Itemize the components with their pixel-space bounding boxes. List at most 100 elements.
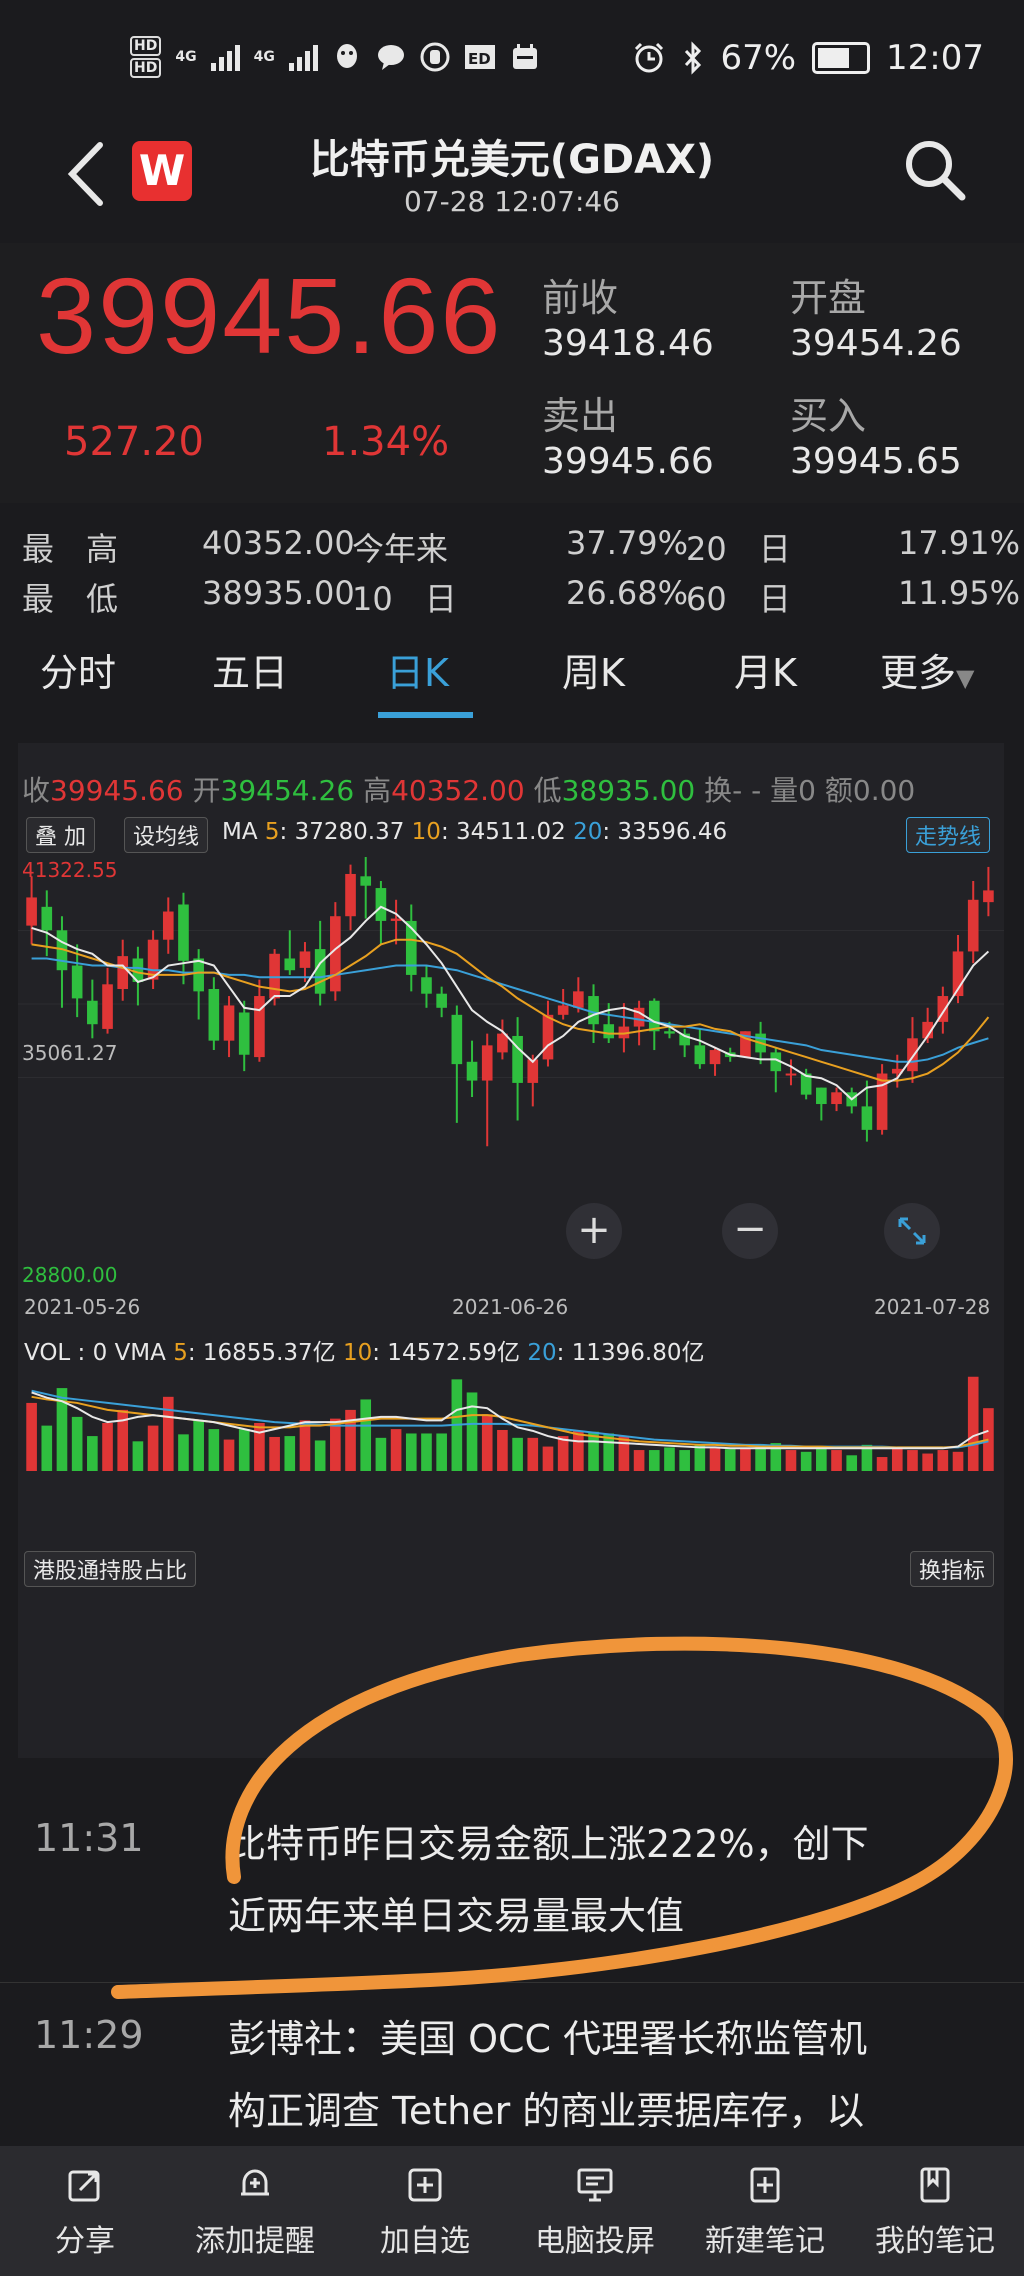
battery-percent: 67% <box>720 38 797 78</box>
volume-bar <box>269 1436 280 1471</box>
share-icon <box>68 2170 100 2202</box>
hk-connect-holding-button[interactable]: 港股通持股占比 <box>24 1551 197 1587</box>
add-alert-button[interactable]: 添加提醒 <box>170 2166 340 2260</box>
news-headline-line2: 构正调查 Tether 的商业票据库存，以 <box>228 2089 865 2133</box>
volume-bar <box>557 1436 569 1471</box>
volume-bar <box>709 1448 721 1471</box>
candle-body <box>238 1012 250 1055</box>
low-value: 38935.00 <box>561 774 696 807</box>
candle-body <box>26 897 37 926</box>
ma10-label: 10 <box>411 819 441 845</box>
volume-bar <box>633 1450 645 1471</box>
notes-icon <box>920 2167 950 2203</box>
volume-bar <box>375 1437 387 1471</box>
ma-legend: MA 5: 37280.37 10: 34511.02 20: 33596.46 <box>222 819 727 845</box>
fullscreen-icon[interactable] <box>884 1203 940 1259</box>
page-subtitle-timestamp: 07-28 12:07:46 <box>403 185 620 218</box>
tab-weekly-k[interactable]: 周K <box>562 642 625 697</box>
bottom-toolbar: 分享 添加提醒 加自选 电脑投屏 新建笔记 我的笔记 <box>0 2146 1024 2276</box>
overlay-button[interactable]: 叠 加 <box>26 817 95 853</box>
share-button[interactable]: 分享 <box>0 2166 170 2260</box>
tab-more[interactable]: 更多▼ <box>880 642 974 697</box>
candle-body <box>907 1038 918 1072</box>
set-ma-button[interactable]: 设均线 <box>124 817 209 853</box>
volume-bar <box>299 1420 311 1471</box>
volume-bar <box>466 1392 478 1471</box>
candle-body <box>208 989 220 1041</box>
volume-chart[interactable] <box>18 1371 1004 1471</box>
svg-text:ED: ED <box>468 50 491 68</box>
volume-bar <box>512 1437 523 1471</box>
ohlc-info-line: 收39945.66 开39454.26 高40352.00 低38935.00 … <box>22 769 915 809</box>
trend-line-button[interactable]: 走势线 <box>906 817 991 853</box>
candle-body <box>299 951 311 968</box>
vma10-value: : 14572.59亿 <box>372 1340 521 1366</box>
candle-body <box>466 1061 478 1081</box>
ma20-label: 20 <box>573 819 603 845</box>
qq-icon <box>336 44 357 68</box>
tab-five-day[interactable]: 五日 <box>212 642 288 697</box>
hand-drawn-circle-annotation <box>111 1636 1013 1999</box>
candle-body <box>694 1045 706 1065</box>
volume-bar <box>254 1423 265 1471</box>
tab-intraday[interactable]: 分时 <box>40 642 116 697</box>
volume-bar <box>208 1429 220 1471</box>
candle-body <box>71 965 83 999</box>
ask-label: 卖出 <box>542 394 619 438</box>
volume-bar <box>421 1433 432 1471</box>
high-value: 40352.00 <box>391 774 525 807</box>
y-axis-max: 41322.55 <box>22 858 118 882</box>
volume-bar <box>937 1450 949 1471</box>
search-icon[interactable] <box>900 135 970 205</box>
tab-monthly-k[interactable]: 月K <box>734 642 797 697</box>
y-axis-mid: 35061.27 <box>22 1041 118 1065</box>
candle-body <box>102 984 113 1029</box>
volume-bar <box>648 1450 660 1471</box>
volume-bar <box>952 1451 964 1471</box>
alarm-icon <box>635 42 664 73</box>
vma-label: VMA <box>114 1340 166 1366</box>
bid-label: 买入 <box>790 394 867 438</box>
zoom-in-button[interactable]: + <box>566 1203 622 1259</box>
kline-chart[interactable] <box>18 853 1004 1155</box>
active-tab-indicator <box>378 712 473 718</box>
vol-label: VOL : 0 <box>24 1340 108 1366</box>
volume-bar <box>147 1425 159 1471</box>
candle-body <box>390 918 402 921</box>
sim1-hd-badge: HD <box>130 36 162 56</box>
switch-indicator-button[interactable]: 换指标 <box>910 1551 995 1587</box>
last-price: 39945.66 <box>36 255 503 376</box>
volume-bar <box>755 1445 766 1471</box>
candle-body <box>269 953 280 999</box>
price-change: 527.20 <box>64 419 204 465</box>
x-axis-end: 2021-07-28 <box>874 1295 991 1319</box>
volume-bar <box>724 1449 736 1471</box>
volume-bar <box>876 1457 888 1471</box>
add-favorite-button[interactable]: 加自选 <box>340 2166 510 2260</box>
new-note-button[interactable]: 新建笔记 <box>680 2166 850 2260</box>
y-axis-min: 28800.00 <box>22 1263 118 1287</box>
bell-icon <box>241 2169 269 2196</box>
volume-bar <box>588 1431 599 1471</box>
vma20-value: : 11396.80亿 <box>556 1340 705 1366</box>
volume-bar <box>360 1399 372 1471</box>
zoom-out-button[interactable]: − <box>722 1203 778 1259</box>
add-favorite-label: 加自选 <box>380 2224 470 2259</box>
volume-bar <box>162 1396 174 1471</box>
hand-icon <box>420 42 450 72</box>
my-notes-button[interactable]: 我的笔记 <box>850 2166 1020 2260</box>
candle-body <box>557 1005 569 1015</box>
screen-cast-button[interactable]: 电脑投屏 <box>510 2166 680 2260</box>
candle-body <box>573 991 584 1008</box>
tab-more-label: 更多 <box>880 651 957 695</box>
volume-bar <box>618 1436 630 1471</box>
d10-value: 26.68% <box>566 574 689 612</box>
high-label: 最 高 <box>22 530 119 568</box>
network-type-1: 4G <box>175 49 197 65</box>
candle-body <box>664 1031 675 1034</box>
add-alert-label: 添加提醒 <box>195 2224 315 2259</box>
open-value: 39454.26 <box>220 774 355 807</box>
tab-daily-k[interactable]: 日K <box>386 642 449 697</box>
calendar-icon <box>512 44 537 69</box>
prev-close-label: 前收 <box>542 276 619 320</box>
